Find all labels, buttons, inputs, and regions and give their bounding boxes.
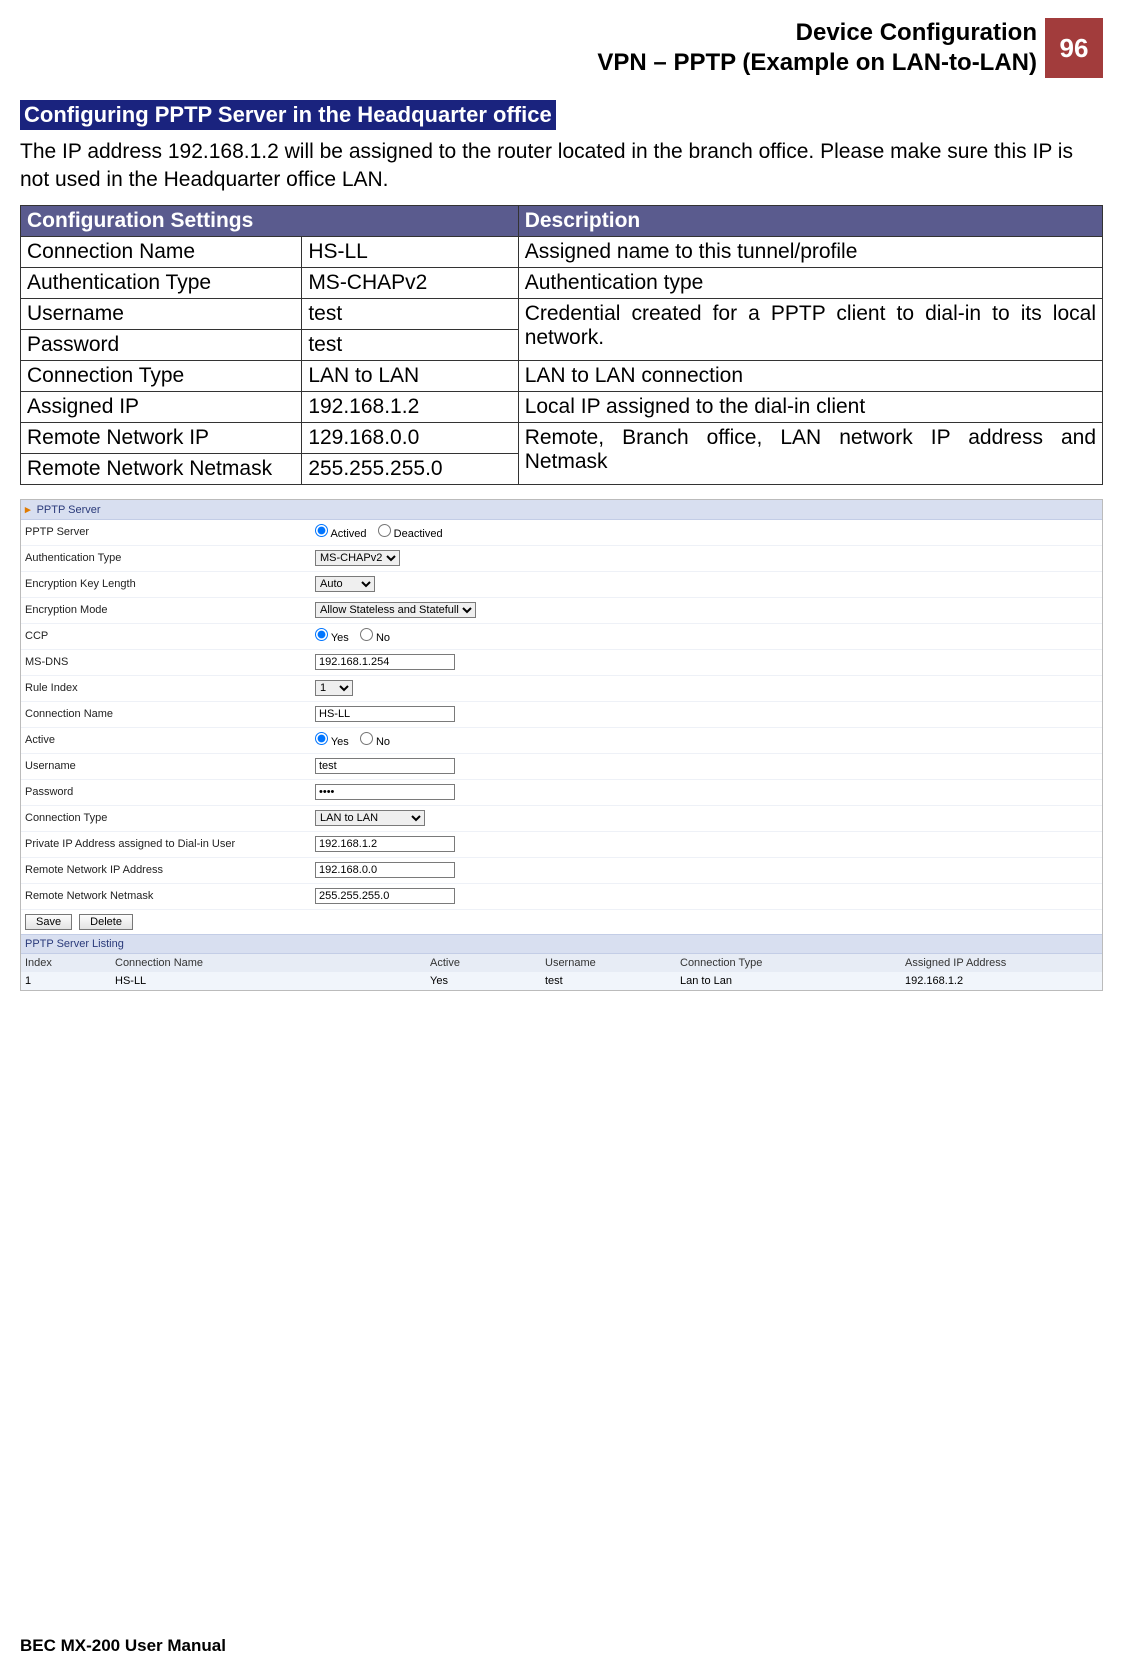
- label-auth-type: Authentication Type: [25, 552, 315, 564]
- input-conn-name[interactable]: [315, 706, 455, 722]
- cfg-desc: Credential created for a PPTP client to …: [518, 298, 1102, 360]
- listing-header: PPTP Server Listing: [21, 934, 1102, 954]
- cfg-desc: Local IP assigned to the dial-in client: [518, 391, 1102, 422]
- input-password[interactable]: [315, 784, 455, 800]
- cfg-setting: Username: [21, 298, 302, 329]
- col-conn: Connection Name: [115, 957, 430, 969]
- label-rule-index: Rule Index: [25, 682, 315, 694]
- input-priv-ip[interactable]: [315, 836, 455, 852]
- label-remote-mask: Remote Network Netmask: [25, 890, 315, 902]
- label-enc-mode: Encryption Mode: [25, 604, 315, 616]
- cfg-setting: Authentication Type: [21, 267, 302, 298]
- listing-columns: Index Connection Name Active Username Co…: [21, 954, 1102, 972]
- radio-ccp-yes[interactable]: Yes: [315, 632, 349, 644]
- cfg-value: HS-LL: [302, 236, 518, 267]
- router-ui-panel: ▸ PPTP Server PPTP Server Actived Deacti…: [20, 499, 1103, 991]
- label-remote-ip: Remote Network IP Address: [25, 864, 315, 876]
- cell-user: test: [545, 975, 680, 987]
- label-pptp-server: PPTP Server: [25, 526, 315, 538]
- header-line2: VPN – PPTP (Example on LAN-to-LAN): [20, 48, 1037, 78]
- arrow-icon: ▸: [25, 504, 31, 516]
- cell-type: Lan to Lan: [680, 975, 905, 987]
- cfg-value: 255.255.255.0: [302, 453, 518, 484]
- cfg-value: LAN to LAN: [302, 360, 518, 391]
- radio-ccp-no[interactable]: No: [360, 632, 390, 644]
- input-msdns[interactable]: [315, 654, 455, 670]
- cfg-setting: Assigned IP: [21, 391, 302, 422]
- input-remote-ip[interactable]: [315, 862, 455, 878]
- section-paragraph: The IP address 192.168.1.2 will be assig…: [20, 138, 1103, 195]
- select-conn-type[interactable]: LAN to LAN: [315, 810, 425, 826]
- cfg-value: test: [302, 298, 518, 329]
- cfg-setting: Remote Network Netmask: [21, 453, 302, 484]
- col-type: Connection Type: [680, 957, 905, 969]
- cfg-setting: Connection Name: [21, 236, 302, 267]
- radio-active-no[interactable]: No: [360, 736, 390, 748]
- config-table: Configuration Settings Description Conne…: [20, 205, 1103, 485]
- cfg-value: 129.168.0.0: [302, 422, 518, 453]
- cell-index: 1: [25, 975, 115, 987]
- cfg-desc: Authentication type: [518, 267, 1102, 298]
- label-conn-type: Connection Type: [25, 812, 315, 824]
- select-rule-index[interactable]: 1: [315, 680, 353, 696]
- cfg-setting: Password: [21, 329, 302, 360]
- input-username[interactable]: [315, 758, 455, 774]
- panel-title: PPTP Server: [37, 504, 101, 516]
- footer-text: BEC MX-200 User Manual: [20, 1636, 226, 1656]
- label-priv-ip: Private IP Address assigned to Dial-in U…: [25, 838, 315, 850]
- th-description: Description: [518, 205, 1102, 236]
- header-line1: Device Configuration: [20, 18, 1037, 48]
- label-enc-len: Encryption Key Length: [25, 578, 315, 590]
- cell-active: Yes: [430, 975, 545, 987]
- radio-deactivated[interactable]: Deactived: [378, 528, 443, 540]
- select-enc-len[interactable]: Auto: [315, 576, 375, 592]
- label-username: Username: [25, 760, 315, 772]
- cell-ip: 192.168.1.2: [905, 975, 1098, 987]
- select-enc-mode[interactable]: Allow Stateless and Statefull: [315, 602, 476, 618]
- cfg-value: MS-CHAPv2: [302, 267, 518, 298]
- delete-button[interactable]: Delete: [79, 914, 133, 930]
- save-button[interactable]: Save: [25, 914, 72, 930]
- radio-activated[interactable]: Actived: [315, 528, 367, 540]
- cfg-desc: Remote, Branch office, LAN network IP ad…: [518, 422, 1102, 484]
- listing-row: 1 HS-LL Yes test Lan to Lan 192.168.1.2: [21, 972, 1102, 990]
- label-ccp: CCP: [25, 630, 315, 642]
- panel-header: ▸ PPTP Server: [21, 500, 1102, 520]
- page-number: 96: [1045, 18, 1103, 78]
- cfg-setting: Connection Type: [21, 360, 302, 391]
- header-title: Device Configuration VPN – PPTP (Example…: [20, 18, 1045, 78]
- section-title: Configuring PPTP Server in the Headquart…: [20, 100, 556, 130]
- col-user: Username: [545, 957, 680, 969]
- cell-conn: HS-LL: [115, 975, 430, 987]
- label-msdns: MS-DNS: [25, 656, 315, 668]
- cfg-desc: Assigned name to this tunnel/profile: [518, 236, 1102, 267]
- col-active: Active: [430, 957, 545, 969]
- cfg-desc: LAN to LAN connection: [518, 360, 1102, 391]
- label-active: Active: [25, 734, 315, 746]
- label-conn-name: Connection Name: [25, 708, 315, 720]
- th-settings: Configuration Settings: [21, 205, 519, 236]
- select-auth-type[interactable]: MS-CHAPv2: [315, 550, 400, 566]
- cfg-value: test: [302, 329, 518, 360]
- page-header: Device Configuration VPN – PPTP (Example…: [20, 18, 1103, 78]
- radio-active-yes[interactable]: Yes: [315, 736, 349, 748]
- label-password: Password: [25, 786, 315, 798]
- cfg-value: 192.168.1.2: [302, 391, 518, 422]
- cfg-setting: Remote Network IP: [21, 422, 302, 453]
- col-ip: Assigned IP Address: [905, 957, 1098, 969]
- input-remote-mask[interactable]: [315, 888, 455, 904]
- col-index: Index: [25, 957, 115, 969]
